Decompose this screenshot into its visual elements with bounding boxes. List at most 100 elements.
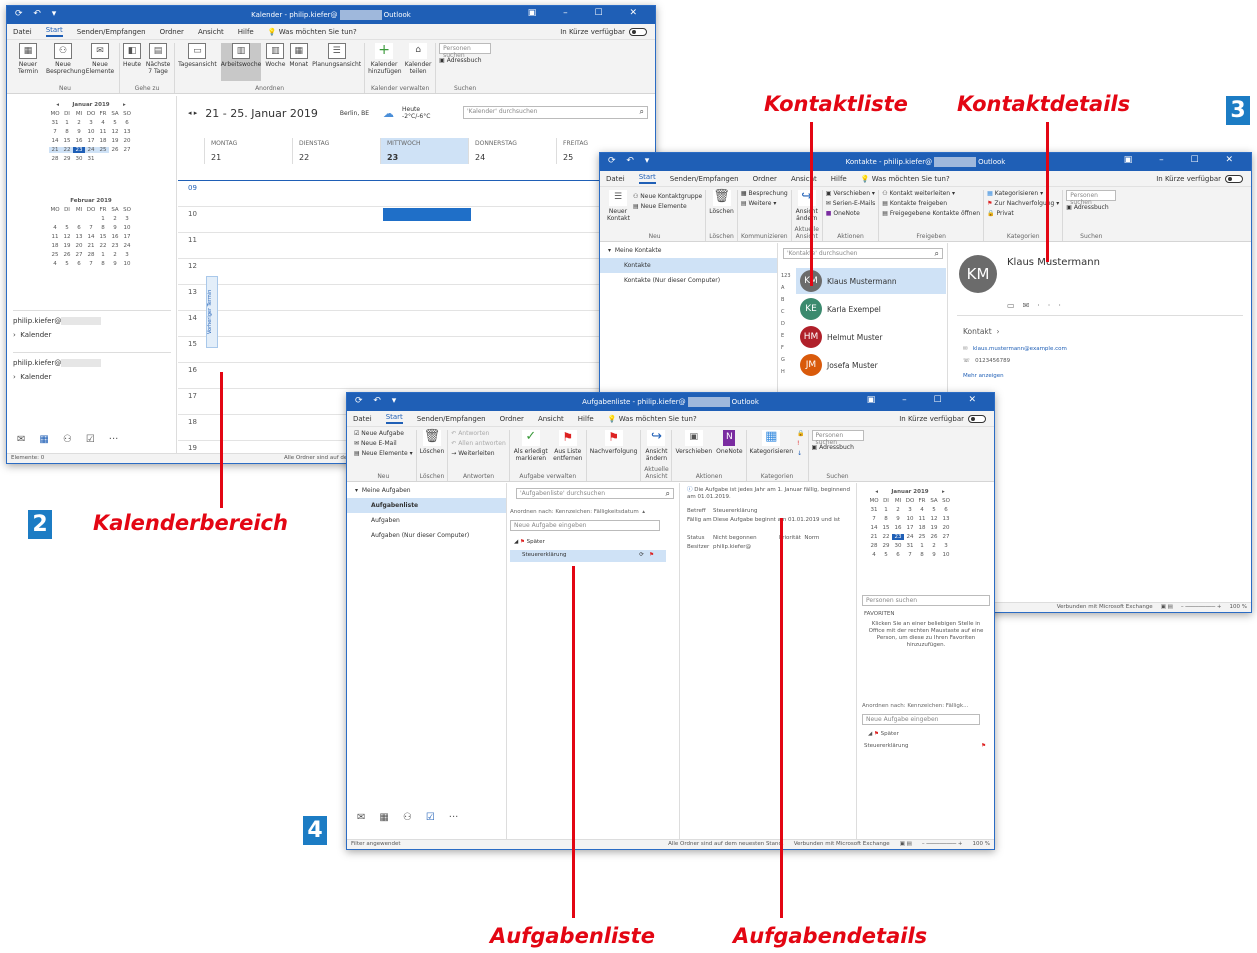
- mini-calendar-day[interactable]: 15: [880, 525, 892, 531]
- mini-calendar-day[interactable]: 26: [928, 534, 940, 540]
- mini-calendar-day[interactable]: 28: [868, 543, 880, 549]
- contact-list-item[interactable]: JM Josefa Muster: [796, 352, 946, 378]
- mini-calendar-day[interactable]: 9: [73, 129, 85, 135]
- mini-calendar-day[interactable]: 12: [61, 234, 73, 240]
- add-calendar-button[interactable]: + Kalender hinzufügen: [368, 43, 402, 81]
- zoom-slider[interactable]: – ───────── +: [1181, 604, 1222, 611]
- mini-calendar-day[interactable]: 17: [85, 138, 97, 144]
- mini-calendar-day[interactable]: 9: [109, 261, 121, 267]
- index-letter[interactable]: 123: [781, 273, 791, 279]
- folder-tasks-local[interactable]: Aufgaben (Nur dieser Computer): [347, 528, 506, 543]
- mini-calendar-day[interactable]: 23: [892, 534, 904, 540]
- mini-calendar-day[interactable]: 1: [97, 252, 109, 258]
- contact-list-item[interactable]: HM Helmut Muster: [796, 324, 946, 350]
- open-shared-contacts-button[interactable]: ▤ Freigegebene Kontakte öffnen: [882, 210, 980, 217]
- hour-row[interactable]: 16: [178, 362, 655, 388]
- mini-calendar-day[interactable]: 22: [61, 147, 73, 153]
- mini-calendar-day[interactable]: 19: [928, 525, 940, 531]
- menu-help[interactable]: Hilfe: [831, 175, 847, 183]
- mini-calendar-day[interactable]: 23: [73, 147, 85, 153]
- more-icon[interactable]: ···: [1037, 301, 1069, 310]
- mini-calendar-day[interactable]: 14: [85, 234, 97, 240]
- mini-calendar-days[interactable]: MO DI MI DO FR SA SO 1 2 3 4 5 6 7 8 9 10 11 12 13 14 15 16 17 1…: [49, 207, 133, 267]
- reply-button[interactable]: ↶ Antworten: [451, 430, 506, 437]
- mini-calendar-day[interactable]: 3: [121, 216, 133, 222]
- mini-calendar-day[interactable]: 7: [868, 516, 880, 522]
- mini-calendar-day[interactable]: 19: [61, 243, 73, 249]
- change-view-button[interactable]: ↪ Ansicht ändern: [795, 190, 819, 229]
- new-meeting-button[interactable]: ⚇ Neue Besprechung: [46, 43, 85, 81]
- mini-calendar-day[interactable]: 21: [868, 534, 880, 540]
- view-icons[interactable]: ▣ ▤: [1161, 604, 1173, 611]
- folder-contacts[interactable]: Kontakte: [600, 258, 777, 273]
- index-letter[interactable]: C: [781, 309, 791, 315]
- new-task-input[interactable]: Neue Aufgabe eingeben: [510, 520, 660, 531]
- hour-row[interactable]: 09: [178, 180, 655, 206]
- mini-calendar-day[interactable]: 21: [49, 147, 61, 153]
- mail-icon[interactable]: ✉: [1023, 301, 1038, 310]
- mini-calendar-day[interactable]: 23: [109, 243, 121, 249]
- to-do-new-task-input[interactable]: Neue Aufgabe eingeben: [862, 714, 980, 725]
- new-appointment-button[interactable]: ▦ Neuer Termin: [14, 43, 42, 81]
- people-search-input[interactable]: Personen suchen: [811, 430, 864, 446]
- mini-calendar-day[interactable]: 14: [868, 525, 880, 531]
- new-mail-button[interactable]: ✉ Neue E-Mail: [354, 440, 413, 447]
- mini-calendar-day[interactable]: 1: [61, 120, 73, 126]
- to-do-task-row[interactable]: Steuererklärung ⚑: [864, 743, 986, 749]
- private-icon[interactable]: 🔒: [797, 430, 804, 437]
- zoom-slider[interactable]: – ───────── +: [922, 841, 963, 848]
- tasks-icon[interactable]: ☑: [426, 812, 435, 823]
- mini-calendar-day[interactable]: 24: [904, 534, 916, 540]
- mini-calendar-day[interactable]: 8: [97, 225, 109, 231]
- folder-tasks[interactable]: Aufgaben: [347, 513, 506, 528]
- mini-calendar-day[interactable]: 13: [940, 516, 952, 522]
- mini-calendar-day[interactable]: 8: [880, 516, 892, 522]
- more-icon[interactable]: ···: [449, 812, 459, 823]
- more-icon[interactable]: ···: [109, 434, 119, 445]
- share-calendar-button[interactable]: ⌂ Kalender teilen: [404, 43, 432, 81]
- mini-calendar-day[interactable]: 11: [49, 234, 61, 240]
- mini-calendar-day[interactable]: 24: [121, 243, 133, 249]
- hour-row[interactable]: 11: [178, 232, 655, 258]
- move-button[interactable]: ▣ Verschieben: [675, 430, 712, 469]
- meeting-button[interactable]: ▦ Besprechung: [741, 190, 788, 197]
- categorize-button[interactable]: ▦ Kategorisieren: [750, 430, 793, 469]
- new-items-button[interactable]: ✉ Neue Elemente: [84, 43, 116, 81]
- mini-calendar-day[interactable]: 30: [892, 543, 904, 549]
- mini-calendar-day[interactable]: 29: [61, 156, 73, 162]
- view-icons[interactable]: ▣ ▤: [900, 841, 912, 848]
- mini-calendar-january[interactable]: ◂ Januar 2019 ▸ MO DI MI DO FR SA SO 31 1 2 3 4 5 6 7 8…: [49, 102, 133, 162]
- mini-calendar-day[interactable]: 3: [940, 543, 952, 549]
- my-contacts-header[interactable]: ▾ Meine Kontakte: [600, 243, 777, 258]
- to-do-arrange[interactable]: Anordnen nach: Kennzeichen: Fälligk...: [862, 703, 990, 709]
- mini-calendar-day[interactable]: 7: [49, 129, 61, 135]
- mini-calendar-day[interactable]: 26: [109, 147, 121, 153]
- mini-calendar-day[interactable]: 22: [880, 534, 892, 540]
- mini-calendar-day[interactable]: 21: [85, 243, 97, 249]
- importance-low-icon[interactable]: ↓: [797, 450, 804, 457]
- change-view-button[interactable]: ↪ Ansicht ändern: [644, 430, 668, 469]
- delete-button[interactable]: 🗑 Löschen: [420, 430, 445, 469]
- mini-calendar-day[interactable]: 31: [904, 543, 916, 549]
- mini-calendar-day[interactable]: 28: [85, 252, 97, 258]
- mini-calendar-february[interactable]: Februar 2019 MO DI MI DO FR SA SO 1 2 3 4 5 6 7 8 9 10 11…: [49, 198, 133, 267]
- mini-calendar-day[interactable]: 2: [109, 216, 121, 222]
- mini-calendar-days[interactable]: MO DI MI DO FR SA SO 31 1 2 3 4 5 6 7 8 9 10 11 12 13 14 15 16 1…: [868, 498, 952, 558]
- menu-datei[interactable]: Datei: [353, 415, 372, 423]
- mini-calendar-day[interactable]: 9: [892, 516, 904, 522]
- schedule-view-button[interactable]: ☰ Planungsansicht: [312, 43, 361, 81]
- week-button[interactable]: ▥ Woche: [265, 43, 285, 81]
- mini-calendar-day[interactable]: 13: [73, 234, 85, 240]
- move-button[interactable]: ▣ Verschieben ▾: [826, 190, 876, 197]
- day-column-header[interactable]: DIENSTAG 22: [292, 138, 380, 164]
- mini-calendar-day[interactable]: 17: [904, 525, 916, 531]
- menu-start[interactable]: Start: [638, 173, 656, 184]
- show-more-link[interactable]: Mehr anzeigen: [963, 373, 1004, 379]
- my-tasks-header[interactable]: ▾ Meine Aufgaben: [347, 483, 506, 498]
- mini-calendar-day[interactable]: 6: [940, 507, 952, 513]
- mini-calendar-day[interactable]: 4: [97, 120, 109, 126]
- menu-view[interactable]: Ansicht: [198, 28, 224, 36]
- mini-calendar-day[interactable]: 10: [121, 261, 133, 267]
- mini-calendar-day[interactable]: 9: [928, 552, 940, 558]
- menu-view[interactable]: Ansicht: [791, 175, 817, 183]
